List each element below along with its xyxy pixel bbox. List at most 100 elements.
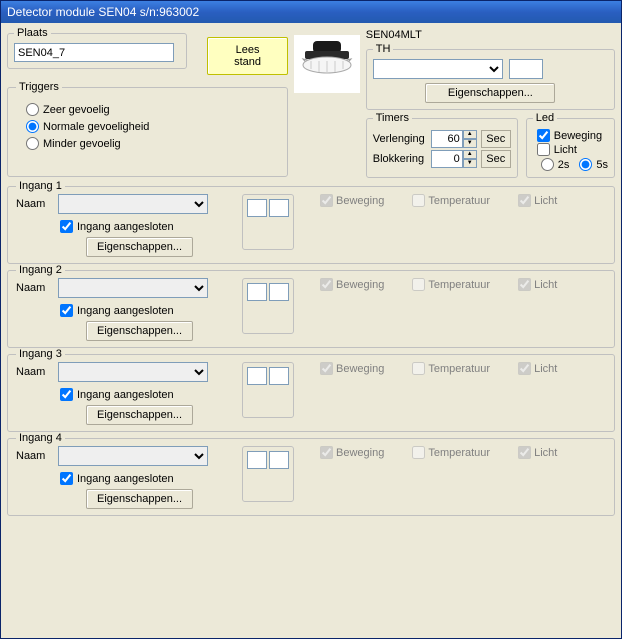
ingang-4-aangesloten-row[interactable]: Ingang aangesloten xyxy=(60,472,236,485)
ingang-1-body: Naam Ingang aangesloten Eigenschappen... Be… xyxy=(16,194,606,257)
naam-label: Naam xyxy=(16,366,52,378)
led-5s-label: 5s xyxy=(596,159,608,171)
ingang-4-aangesloten-check[interactable] xyxy=(60,472,73,485)
ingang-2-aangesloten-row[interactable]: Ingang aangesloten xyxy=(60,304,236,317)
verlenging-arrows[interactable]: ▲ ▼ xyxy=(463,130,477,148)
blokkering-input[interactable] xyxy=(431,150,463,168)
ingang-2-props-wrap: Eigenschappen... xyxy=(86,321,236,341)
ingang-1-temperatuur: Temperatuur xyxy=(412,194,490,207)
ingang-3-props-wrap: Eigenschappen... xyxy=(86,405,236,425)
ingang-2-boxes xyxy=(242,278,294,334)
ingang-2-group: Ingang 2NaamIngang aangeslotenEigenschap… xyxy=(7,264,615,348)
trigger-radio-3[interactable] xyxy=(26,137,39,150)
ingang-3-naam-combo[interactable] xyxy=(58,362,208,382)
ingang-4-box2[interactable] xyxy=(269,451,289,469)
trigger-opt-2[interactable]: Normale gevoeligheid xyxy=(26,120,279,133)
ingang-2-body: NaamIngang aangeslotenEigenschappen...Be… xyxy=(16,278,606,341)
right-column: SEN04MLT TH Eigenschappen... Timers xyxy=(366,27,615,178)
ingang-1-beweging: Beweging xyxy=(320,194,384,207)
ingang-1-props-button[interactable]: Eigenschappen... xyxy=(86,237,193,257)
ingang-1-left: Naam Ingang aangesloten Eigenschappen... xyxy=(16,194,236,257)
ingang-3-licht: Licht xyxy=(518,362,557,375)
led-licht-check[interactable] xyxy=(537,143,550,156)
blokkering-down[interactable]: ▼ xyxy=(463,159,477,168)
ingang-1-legend: Ingang 1 xyxy=(16,180,65,192)
led-2s-radio[interactable] xyxy=(541,158,554,171)
ingang-1-naam-combo[interactable] xyxy=(58,194,208,214)
ingang-2-left: NaamIngang aangeslotenEigenschappen... xyxy=(16,278,236,341)
ingang-3-box2[interactable] xyxy=(269,367,289,385)
naam-label: Naam xyxy=(16,450,52,462)
ingang-2-naam-combo[interactable] xyxy=(58,278,208,298)
temperatuur-check xyxy=(412,278,425,291)
licht-check xyxy=(518,446,531,459)
ingang-1-aangesloten-check[interactable] xyxy=(60,220,73,233)
blokkering-label: Blokkering xyxy=(373,153,429,165)
ingang-3-aangesloten-row[interactable]: Ingang aangesloten xyxy=(60,388,236,401)
trigger-opt-1[interactable]: Zeer gevoelig xyxy=(26,103,279,116)
ingang-2-temperatuur: Temperatuur xyxy=(412,278,490,291)
ingang-1-box2[interactable] xyxy=(269,199,289,217)
ingang-2-box1[interactable] xyxy=(247,283,267,301)
led-beweging-row[interactable]: Beweging xyxy=(537,129,608,142)
naam-label: Naam xyxy=(16,198,52,210)
ingang-3-aangesloten-check[interactable] xyxy=(60,388,73,401)
led-radios: 2s 5s xyxy=(541,158,608,171)
verlenging-input[interactable] xyxy=(431,130,463,148)
blokkering-up[interactable]: ▲ xyxy=(463,150,477,159)
plaats-input[interactable] xyxy=(14,43,174,62)
ingang-4-props-button[interactable]: Eigenschappen... xyxy=(86,489,193,509)
ingang-2-box2[interactable] xyxy=(269,283,289,301)
blokkering-arrows[interactable]: ▲ ▼ xyxy=(463,150,477,168)
aangesloten-label: Ingang aangesloten xyxy=(77,473,174,485)
led-5s-row[interactable]: 5s xyxy=(579,158,608,171)
verlenging-label: Verlenging xyxy=(373,133,429,145)
beweging-check xyxy=(320,446,333,459)
ingang-1-props-wrap: Eigenschappen... xyxy=(86,237,236,257)
motion-sensor-icon xyxy=(297,39,357,89)
lees-stand-button[interactable]: Lees stand xyxy=(207,37,288,75)
beweging-check xyxy=(320,362,333,375)
ingang-4-left: Naam Ingang aangesloten Eigenschappen... xyxy=(16,446,236,509)
trigger-radio-2[interactable] xyxy=(26,120,39,133)
led-beweging-check[interactable] xyxy=(537,129,550,142)
ingang-3-temperatuur: Temperatuur xyxy=(412,362,490,375)
ingang-1-naam-line: Naam xyxy=(16,194,236,214)
ingang-4-body: NaamIngang aangeslotenEigenschappen...Be… xyxy=(16,446,606,509)
led-licht-row[interactable]: Licht xyxy=(537,143,608,156)
trigger-radio-1[interactable] xyxy=(26,103,39,116)
sensor-image xyxy=(294,35,360,93)
window: Detector module SEN04 s/n:963002 Plaats … xyxy=(0,0,622,639)
led-5s-radio[interactable] xyxy=(579,158,592,171)
th-value[interactable] xyxy=(509,59,543,79)
th-props-button[interactable]: Eigenschappen... xyxy=(425,83,555,103)
ingang-3-box1[interactable] xyxy=(247,367,267,385)
verlenging-down[interactable]: ▼ xyxy=(463,139,477,148)
verlenging-unit: Sec xyxy=(481,130,511,148)
aangesloten-label: Ingang aangesloten xyxy=(77,389,174,401)
led-2s-row[interactable]: 2s xyxy=(541,158,570,171)
top-row: Plaats Lees stand Triggers Zeer gevoelig… xyxy=(7,27,615,178)
trigger-label-2: Normale gevoeligheid xyxy=(43,121,149,133)
ingang-4-naam-combo[interactable] xyxy=(58,446,208,466)
ingang-1-checks: Beweging Temperatuur Licht xyxy=(320,194,557,207)
verlenging-up[interactable]: ▲ xyxy=(463,130,477,139)
ingang-1-group: Ingang 1 Naam Ingang aangesloten Eigenschap… xyxy=(7,180,615,264)
ingang-3-body: NaamIngang aangeslotenEigenschappen...Be… xyxy=(16,362,606,425)
ingang-2-aangesloten-check[interactable] xyxy=(60,304,73,317)
trigger-opt-3[interactable]: Minder gevoelig xyxy=(26,137,279,150)
led-group: Led Beweging Licht 2s xyxy=(526,112,615,178)
ingang-1-licht: Licht xyxy=(518,194,557,207)
ingang-3-checks: BewegingTemperatuurLicht xyxy=(320,362,557,375)
th-combo[interactable] xyxy=(373,59,503,79)
ingang-4-group: Ingang 4NaamIngang aangeslotenEigenschap… xyxy=(7,432,615,516)
ingang-3-props-button[interactable]: Eigenschappen... xyxy=(86,405,193,425)
ingang-1-aangesloten-row[interactable]: Ingang aangesloten xyxy=(60,220,236,233)
ingang-2-props-button[interactable]: Eigenschappen... xyxy=(86,321,193,341)
ingang-1-box1[interactable] xyxy=(247,199,267,217)
ingang-4-box1[interactable] xyxy=(247,451,267,469)
content: Plaats Lees stand Triggers Zeer gevoelig… xyxy=(1,23,621,638)
timers-legend: Timers xyxy=(373,112,412,124)
verlenging-spinner[interactable]: ▲ ▼ xyxy=(431,130,477,148)
blokkering-spinner[interactable]: ▲ ▼ xyxy=(431,150,477,168)
